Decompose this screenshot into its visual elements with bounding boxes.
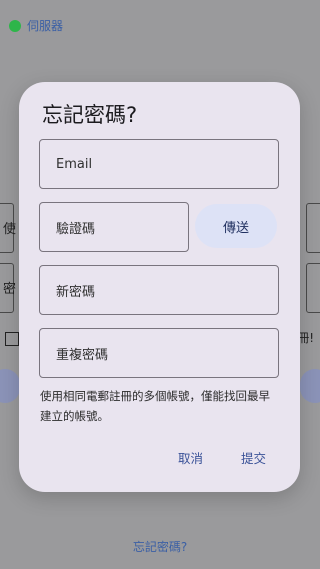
repeat-password-field[interactable]: 重複密碼 [39,328,279,378]
cancel-button[interactable]: 取消 [178,448,203,467]
forgot-password-dialog: 忘記密碼? Email 驗證碼 傳送 新密碼 重複密碼 使用相同電郵註冊的多個帳… [19,82,300,492]
bg-login-button-left [0,369,20,403]
status-dot-icon [9,19,21,32]
bg-password-field: 密 [0,263,17,313]
server-status: 伺服器 [9,17,63,34]
repeat-password-label: 重複密碼 [56,347,109,363]
new-password-label: 新密碼 [56,284,96,300]
email-field-label: Email [56,156,93,172]
bg-username-field: 使 [0,203,17,253]
bg-login-button-right [300,369,320,403]
bg-field-right-edge [306,203,320,253]
bg-field-right-edge [306,263,320,313]
verification-code-label: 驗證碼 [56,221,96,237]
new-password-field[interactable]: 新密碼 [39,265,279,315]
dialog-title: 忘記密碼? [42,103,138,127]
email-field[interactable]: Email [39,139,279,189]
account-note: 使用相同電郵註冊的多個帳號，僅能找回最早建立的帳號。 [40,389,270,423]
verification-code-field[interactable]: 驗證碼 [39,202,189,252]
server-label: 伺服器 [27,19,64,33]
send-code-button[interactable]: 傳送 [195,204,277,248]
bg-field-initial: 密 [3,282,17,297]
submit-button[interactable]: 提交 [241,448,266,467]
dialog-actions: 取消 提交 [178,448,266,467]
forgot-password-link[interactable]: 忘記密碼? [0,538,320,555]
bg-checkbox [5,332,19,346]
bg-field-initial: 使 [3,222,17,237]
